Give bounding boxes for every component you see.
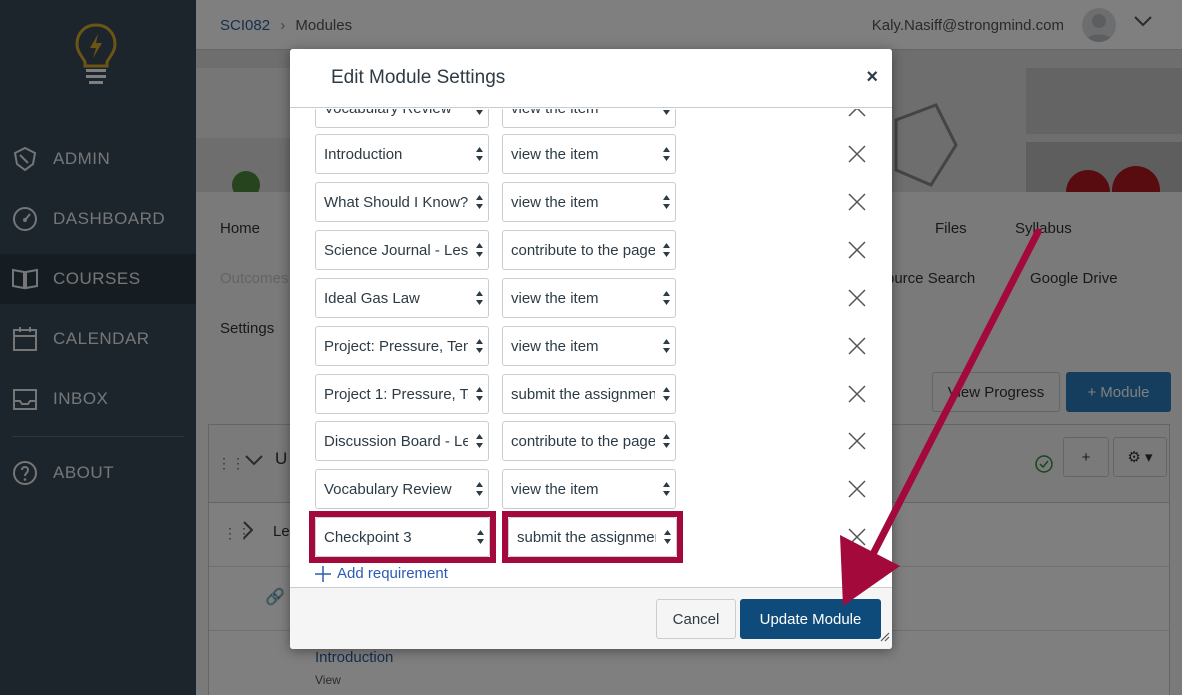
remove-requirement-icon[interactable]	[848, 432, 866, 450]
requirement-item-select[interactable]: Ideal Gas Law	[315, 278, 489, 318]
requirement-row: Discussion Board - Lesson contribute to t…	[290, 421, 892, 461]
requirement-row: What Should I Know? view the item	[290, 182, 892, 222]
requirement-row: Project: Pressure, Temperature view the i…	[290, 326, 892, 366]
dialog-footer: Cancel Update Module	[290, 587, 892, 649]
requirement-row: Ideal Gas Law view the item	[290, 278, 892, 318]
requirement-rule-value: view the item	[511, 337, 599, 355]
remove-requirement-icon[interactable]	[848, 480, 866, 498]
requirement-item-select[interactable]: Discussion Board - Lesson	[315, 421, 489, 461]
requirement-rule-select[interactable]: contribute to the page	[502, 421, 676, 461]
select-arrows-icon	[662, 146, 671, 162]
select-arrows-icon	[475, 146, 484, 162]
requirement-item-value: Vocabulary Review	[324, 480, 452, 498]
remove-requirement-icon[interactable]	[848, 109, 866, 117]
requirement-rule-select[interactable]: submit the assignment	[502, 374, 676, 414]
requirement-rule-select[interactable]: view the item	[502, 469, 676, 509]
requirement-item-select[interactable]: Science Journal - Lesson	[315, 230, 489, 270]
requirement-item-select[interactable]: Vocabulary Review	[315, 109, 489, 128]
requirement-item-select[interactable]: Project: Pressure, Temperature	[315, 326, 489, 366]
select-arrows-icon	[662, 481, 671, 497]
close-icon[interactable]: ×	[866, 67, 878, 87]
requirement-rule-select[interactable]: view the item	[502, 278, 676, 318]
select-arrows-icon	[475, 109, 484, 116]
requirements-list: Vocabulary Reviewview the itemIntroducti…	[290, 109, 892, 587]
select-arrows-icon	[475, 433, 484, 449]
requirement-item-value: Ideal Gas Law	[324, 289, 420, 307]
remove-requirement-icon[interactable]	[848, 385, 866, 403]
select-arrows-icon	[475, 338, 484, 354]
remove-requirement-icon[interactable]	[848, 528, 866, 546]
select-arrows-icon	[475, 386, 484, 402]
select-arrows-icon	[662, 290, 671, 306]
requirement-item-value: Project 1: Pressure, Temperature	[324, 385, 468, 403]
select-arrows-icon	[662, 433, 671, 449]
resize-handle-icon[interactable]	[878, 629, 890, 647]
requirement-rule-select[interactable]: contribute to the page	[502, 230, 676, 270]
requirement-item-value: What Should I Know?	[324, 193, 468, 211]
requirement-item-select[interactable]: Vocabulary Review	[315, 469, 489, 509]
dialog-title: Edit Module Settings	[331, 67, 506, 88]
edit-module-dialog: Edit Module Settings × Vocabulary Review…	[290, 49, 892, 649]
select-arrows-icon	[475, 290, 484, 306]
requirement-item-value: Discussion Board - Lesson	[324, 432, 468, 450]
update-module-button[interactable]: Update Module	[740, 599, 881, 639]
add-requirement-link[interactable]: Add requirement	[315, 565, 448, 582]
requirement-rule-value: view the item	[511, 193, 599, 211]
requirement-rule-select[interactable]: view the item	[502, 134, 676, 174]
requirement-rule-value: contribute to the page	[511, 241, 655, 259]
highlight-box-item	[309, 511, 496, 563]
remove-requirement-icon[interactable]	[848, 289, 866, 307]
select-arrows-icon	[475, 242, 484, 258]
requirement-rule-select[interactable]: view the item	[502, 182, 676, 222]
requirement-rule-value: submit the assignment	[511, 385, 655, 403]
requirement-item-select[interactable]: What Should I Know?	[315, 182, 489, 222]
select-arrows-icon	[662, 242, 671, 258]
remove-requirement-icon[interactable]	[848, 193, 866, 211]
add-requirement-label: Add requirement	[337, 565, 448, 582]
requirement-rule-value: view the item	[511, 289, 599, 307]
cancel-button[interactable]: Cancel	[656, 599, 736, 639]
requirement-rule-value: view the item	[511, 145, 599, 163]
plus-icon	[315, 565, 331, 582]
requirement-item-value: Introduction	[324, 145, 403, 163]
requirement-row: Vocabulary Review view the item	[290, 469, 892, 509]
requirement-rule-select[interactable]: view the item	[502, 326, 676, 366]
remove-requirement-icon[interactable]	[848, 145, 866, 163]
remove-requirement-icon[interactable]	[848, 241, 866, 259]
requirement-item-value: Vocabulary Review	[324, 109, 468, 117]
requirement-rule-value: view the item	[511, 480, 599, 498]
remove-requirement-icon[interactable]	[848, 337, 866, 355]
dialog-header: Edit Module Settings ×	[290, 49, 892, 108]
requirement-row: Project 1: Pressure, Temperature submit t…	[290, 374, 892, 414]
requirement-row: Science Journal - Lesson contribute to th…	[290, 230, 892, 270]
requirement-rule-value: view the item	[511, 109, 655, 117]
requirement-row: Vocabulary Review view the item	[290, 109, 892, 128]
highlight-box-rule	[502, 511, 683, 563]
requirement-item-value: Project: Pressure, Temperature	[324, 337, 468, 355]
requirement-rule-value: contribute to the page	[511, 432, 655, 450]
requirement-item-select[interactable]: Project 1: Pressure, Temperature	[315, 374, 489, 414]
requirement-row: Introduction view the item	[290, 134, 892, 174]
select-arrows-icon	[662, 386, 671, 402]
requirement-item-select[interactable]: Introduction	[315, 134, 489, 174]
select-arrows-icon	[475, 481, 484, 497]
requirement-item-value: Science Journal - Lesson	[324, 241, 468, 259]
select-arrows-icon	[662, 194, 671, 210]
requirement-rule-select[interactable]: view the item	[502, 109, 676, 128]
requirement-row: Checkpoint 3 submit the assignment	[290, 511, 892, 563]
select-arrows-icon	[662, 338, 671, 354]
select-arrows-icon	[475, 194, 484, 210]
select-arrows-icon	[662, 109, 671, 116]
